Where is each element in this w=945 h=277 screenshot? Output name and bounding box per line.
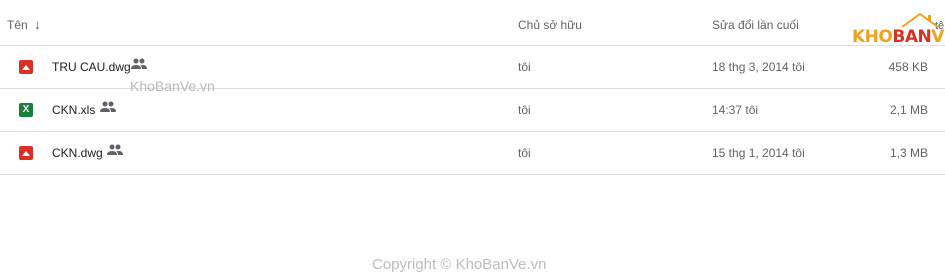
file-name[interactable]: CKN.xls: [52, 103, 95, 117]
image-file-icon: [19, 146, 33, 160]
watermark-logo: KHOBANVE: [852, 12, 945, 50]
watermark-text: KhoBanVe.vn: [130, 78, 215, 94]
file-modified: 15 thg 1, 2014 tôi: [712, 146, 805, 160]
copyright-watermark: Copyright © KhoBanVe.vn: [372, 256, 547, 273]
excel-file-icon: X: [19, 103, 33, 117]
logo-ve: VE: [931, 27, 945, 47]
column-owner-header[interactable]: Chủ sở hữu: [518, 18, 582, 32]
logo-kho: KHO: [852, 27, 893, 47]
shared-icon: [100, 101, 116, 112]
sort-arrow-icon[interactable]: ↓: [34, 16, 41, 32]
logo-wordmark: KHOBANVE: [852, 27, 945, 47]
file-owner: tôi: [518, 103, 531, 117]
roof-icon: [901, 12, 939, 28]
logo-ban: BAN: [892, 27, 932, 47]
file-modified: 14:37 tôi: [712, 103, 759, 117]
file-name[interactable]: TRU CAU.dwg: [52, 60, 131, 74]
file-list-header: Tên ↓ Chủ sở hữu Sửa đổi lần cuối tệ: [0, 0, 945, 46]
image-file-icon: [19, 60, 33, 74]
file-size: 2,1 MB: [889, 103, 928, 117]
file-size: 458 KB: [888, 60, 928, 74]
file-row[interactable]: CKN.dwg tôi 15 thg 1, 2014 tôi 1,3 MB: [0, 131, 945, 175]
file-owner: tôi: [518, 60, 531, 74]
file-size: 1,3 MB: [889, 146, 928, 160]
file-row[interactable]: X CKN.xls tôi 14:37 tôi 2,1 MB: [0, 88, 945, 132]
column-modified-header[interactable]: Sửa đổi lần cuối: [712, 18, 799, 32]
file-modified: 18 thg 3, 2014 tôi: [712, 60, 805, 74]
file-owner: tôi: [518, 146, 531, 160]
shared-icon: [131, 58, 147, 69]
shared-icon: [107, 144, 123, 155]
file-name[interactable]: CKN.dwg: [52, 146, 103, 160]
column-name-header[interactable]: Tên: [7, 18, 28, 32]
